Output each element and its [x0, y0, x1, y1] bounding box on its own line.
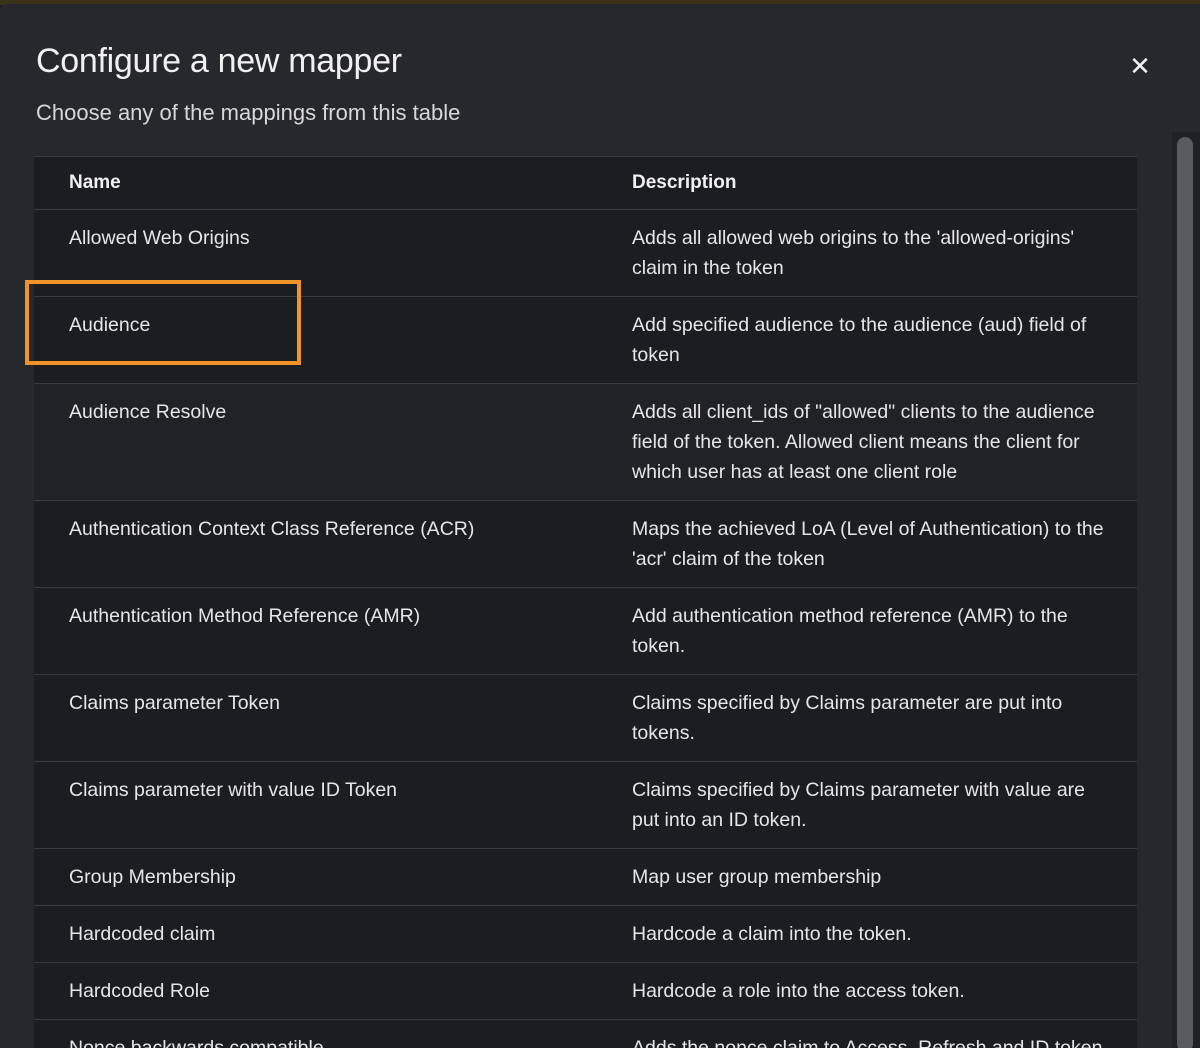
table-row[interactable]: Group Membership Map user group membersh… [34, 848, 1137, 906]
close-icon: ✕ [1129, 50, 1151, 81]
table-row[interactable]: Audience Resolve Adds all client_ids of … [34, 383, 1137, 501]
scrollbar-thumb[interactable] [1177, 137, 1193, 1048]
table-row[interactable]: Claims parameter with value ID Token Cla… [34, 761, 1137, 849]
column-header-description: Description [562, 156, 1137, 210]
mapper-name: Hardcoded Role [34, 962, 562, 1020]
mapper-description: Claims specified by Claims parameter are… [562, 674, 1137, 762]
mapper-description: Adds the nonce claim to Access, Refresh … [562, 1019, 1137, 1048]
mapper-modal: Configure a new mapper Choose any of the… [0, 4, 1200, 1048]
mapper-description: Hardcode a role into the access token. [562, 962, 1137, 1020]
mapper-description: Maps the achieved LoA (Level of Authenti… [562, 500, 1137, 588]
mapper-description: Hardcode a claim into the token. [562, 905, 1137, 963]
mapper-description: Adds all allowed web origins to the 'all… [562, 209, 1137, 297]
table-row[interactable]: Hardcoded claim Hardcode a claim into th… [34, 905, 1137, 963]
table-row[interactable]: Hardcoded Role Hardcode a role into the … [34, 962, 1137, 1020]
mapper-name: Audience Resolve [34, 383, 562, 501]
table-header-row: Name Description [34, 156, 1137, 210]
table-row[interactable]: Claims parameter Token Claims specified … [34, 674, 1137, 762]
modal-subtitle: Choose any of the mappings from this tab… [36, 100, 461, 125]
column-header-name: Name [34, 156, 562, 210]
table-row[interactable]: Nonce backwards compatible Adds the nonc… [34, 1019, 1137, 1048]
table-row[interactable]: Authentication Context Class Reference (… [34, 500, 1137, 588]
close-button[interactable]: ✕ [1124, 50, 1156, 82]
mapper-name: Allowed Web Origins [34, 209, 562, 297]
mapper-name: Authentication Context Class Reference (… [34, 500, 562, 588]
mapper-description: Claims specified by Claims parameter wit… [562, 761, 1137, 849]
mapper-description: Map user group membership [562, 848, 1137, 906]
modal-title: Configure a new mapper [36, 42, 402, 80]
table-row[interactable]: Authentication Method Reference (AMR) Ad… [34, 587, 1137, 675]
mapper-name: Nonce backwards compatible [34, 1019, 562, 1048]
mapper-name: Hardcoded claim [34, 905, 562, 963]
mapper-table: Name Description Allowed Web Origins Add… [34, 156, 1137, 1048]
mapper-name: Claims parameter with value ID Token [34, 761, 562, 849]
mapper-description: Add authentication method reference (AMR… [562, 587, 1137, 675]
table-row[interactable]: Allowed Web Origins Adds all allowed web… [34, 209, 1137, 297]
mapper-name: Authentication Method Reference (AMR) [34, 587, 562, 675]
mapper-description: Add specified audience to the audience (… [562, 296, 1137, 384]
table-row[interactable]: Audience Add specified audience to the a… [34, 296, 1137, 384]
mapper-description: Adds all client_ids of "allowed" clients… [562, 383, 1137, 501]
mapper-name: Group Membership [34, 848, 562, 906]
mapper-name: Audience [34, 296, 562, 384]
mapper-name: Claims parameter Token [34, 674, 562, 762]
